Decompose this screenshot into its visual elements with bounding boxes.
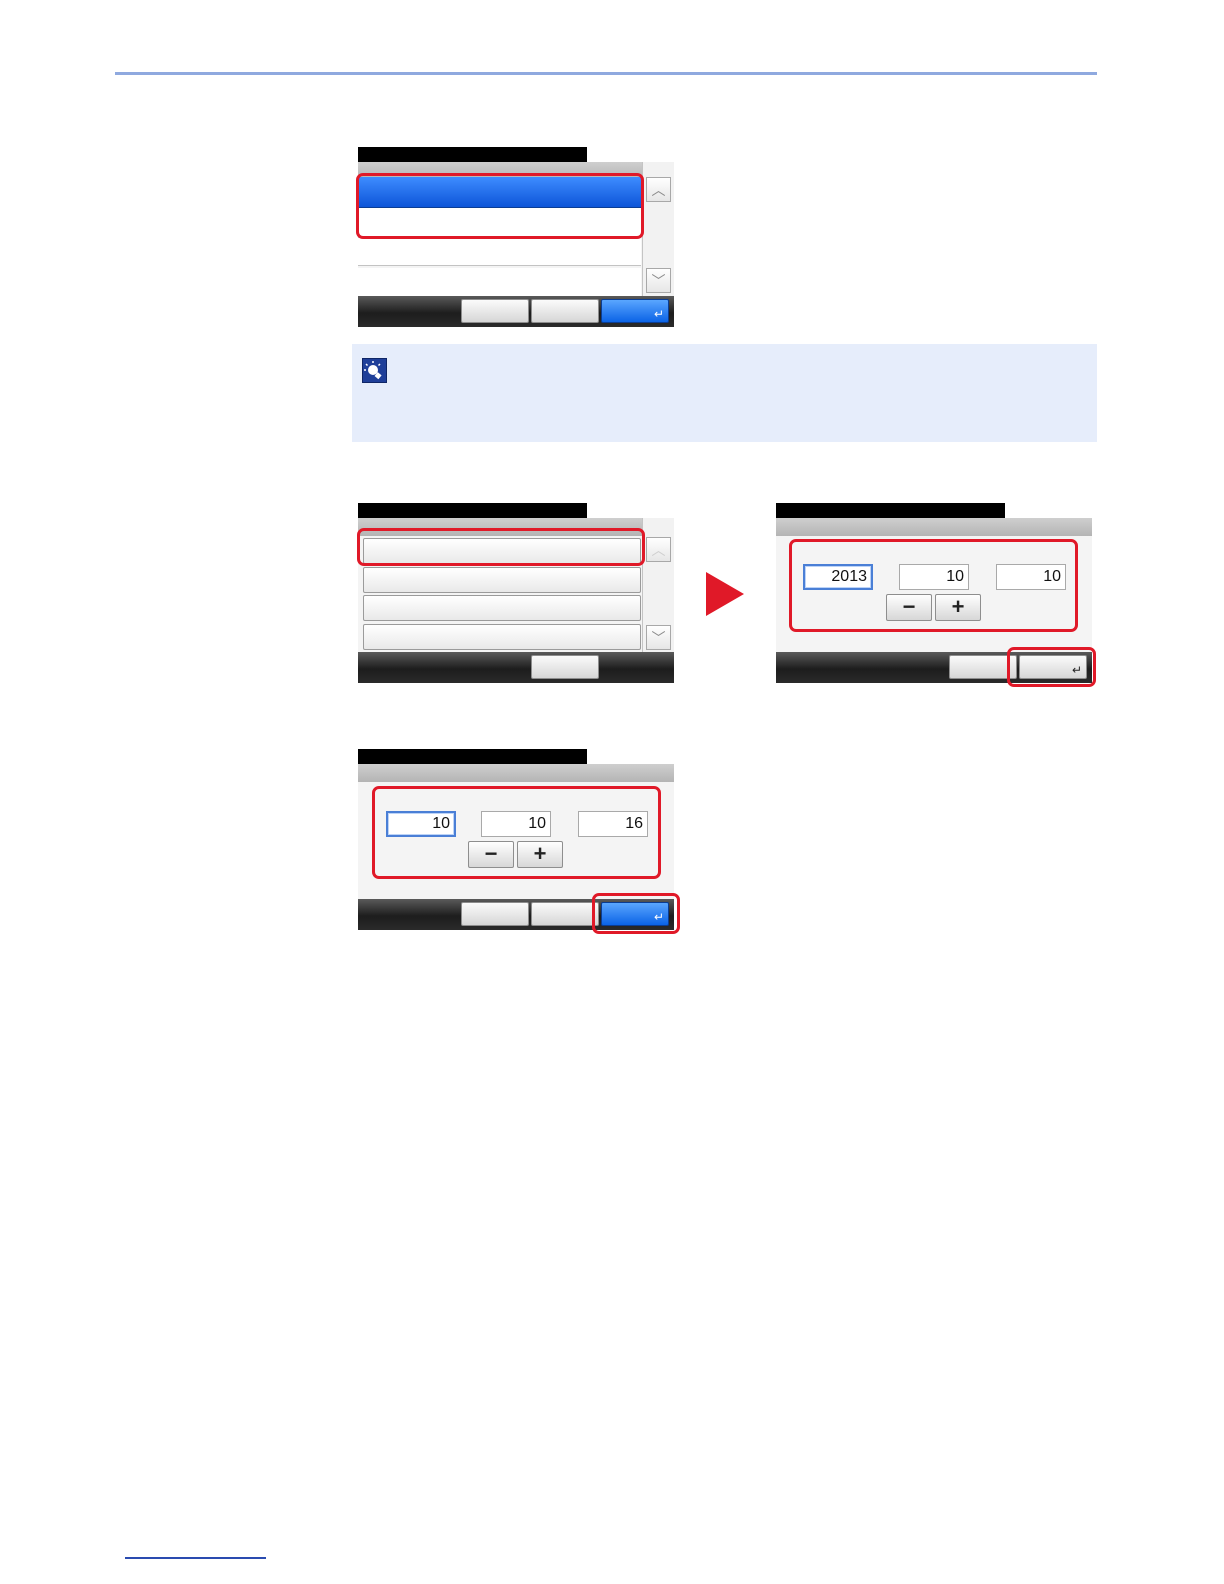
chevron-up-icon: ︿ [651, 541, 666, 558]
screen-sub-bar [358, 764, 674, 782]
highlight-time-fields [372, 786, 661, 879]
footer-button[interactable] [461, 902, 529, 926]
highlight-time-ok [592, 893, 680, 934]
footer-button[interactable] [461, 299, 529, 323]
screen-footer: ↵ [358, 296, 674, 327]
footer-button[interactable] [531, 655, 599, 679]
list-button[interactable] [363, 567, 641, 593]
list-item[interactable] [358, 268, 641, 297]
screen-title-bar [358, 503, 587, 518]
scrollbar[interactable]: ︿ ﹀ [642, 518, 674, 653]
footer-button[interactable] [531, 299, 599, 323]
screen-footer [358, 652, 674, 683]
chevron-down-icon: ﹀ [651, 629, 666, 646]
scroll-up-button[interactable]: ︿ [646, 537, 671, 562]
header-rule [115, 72, 1097, 75]
list-button[interactable] [363, 595, 641, 621]
scroll-down-button[interactable]: ﹀ [646, 268, 671, 293]
footer-link-underline[interactable] [125, 1557, 266, 1559]
screen-title-bar [358, 147, 587, 162]
scroll-up-button[interactable]: ︿ [646, 177, 671, 202]
highlight-list-first-item [357, 528, 645, 566]
chevron-down-icon: ﹀ [651, 272, 666, 289]
lightbulb-icon [362, 358, 387, 383]
list-item[interactable] [358, 237, 641, 266]
enter-icon: ↵ [653, 307, 664, 321]
note-box [352, 344, 1097, 442]
play-triangle-icon [706, 572, 744, 616]
lightbulb-icon-graphic [364, 361, 382, 380]
scrollbar[interactable]: ︿ ﹀ [642, 162, 674, 297]
chevron-up-icon: ︿ [651, 181, 666, 198]
highlight-date-fields [789, 539, 1078, 632]
screen-sub-bar [776, 518, 1092, 536]
footer-button[interactable] [531, 902, 599, 926]
screen-title-bar [358, 749, 587, 764]
ok-button[interactable]: ↵ [601, 299, 669, 323]
highlight-date-ok [1007, 647, 1096, 687]
screen-title-bar [776, 503, 1005, 518]
highlight-list-selection [356, 173, 644, 239]
scroll-down-button[interactable]: ﹀ [646, 625, 671, 650]
list-button[interactable] [363, 624, 641, 650]
